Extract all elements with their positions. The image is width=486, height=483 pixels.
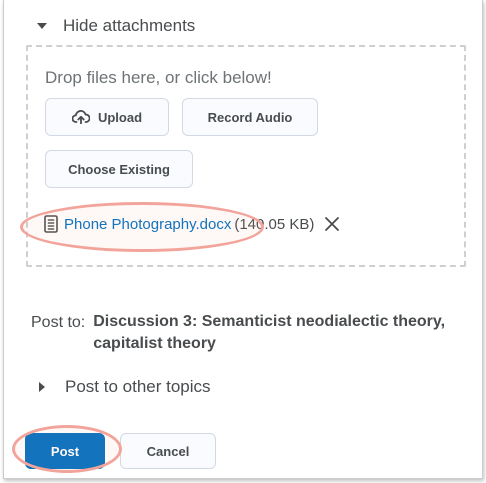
choose-existing-label: Choose Existing: [68, 161, 170, 177]
cancel-button[interactable]: Cancel: [120, 433, 216, 469]
caret-right-icon: [39, 382, 45, 392]
hide-attachments-label: Hide attachments: [63, 16, 196, 35]
file-dropzone[interactable]: Drop files here, or click below! Upload …: [26, 45, 466, 267]
hide-attachments-toggle[interactable]: Hide attachments: [37, 16, 195, 36]
attached-file-size: (140.05 KB): [234, 215, 315, 233]
cancel-label: Cancel: [146, 443, 190, 459]
post-to-other-topics-toggle[interactable]: Post to other topics: [39, 377, 211, 397]
upload-button[interactable]: Upload: [45, 98, 169, 136]
post-to-topic: Discussion 3: Semanticist neodialectic t…: [93, 313, 446, 352]
dropzone-instructions: Drop files here, or click below!: [45, 68, 272, 87]
attached-file-link[interactable]: Phone Photography.docx: [64, 216, 231, 233]
post-label: Post: [50, 443, 80, 459]
attached-file: Phone Photography.docx (140.05 KB): [44, 215, 340, 233]
upload-label: Upload: [97, 109, 143, 125]
cloud-upload-icon: [71, 110, 90, 124]
record-audio-label: Record Audio: [207, 109, 293, 125]
post-to-other-topics-label: Post to other topics: [65, 377, 211, 396]
post-button[interactable]: Post: [25, 433, 105, 469]
post-to-destination: Post to: Discussion 3: Semanticist neodi…: [31, 313, 482, 355]
record-audio-button[interactable]: Record Audio: [182, 98, 318, 136]
post-to-label: Post to:: [31, 314, 86, 331]
choose-existing-button[interactable]: Choose Existing: [45, 150, 193, 188]
remove-attachment-close-icon[interactable]: [324, 216, 340, 232]
caret-down-icon: [37, 23, 47, 29]
reply-panel: Hide attachments Drop files here, or cli…: [3, 0, 483, 479]
document-icon: [44, 215, 58, 233]
